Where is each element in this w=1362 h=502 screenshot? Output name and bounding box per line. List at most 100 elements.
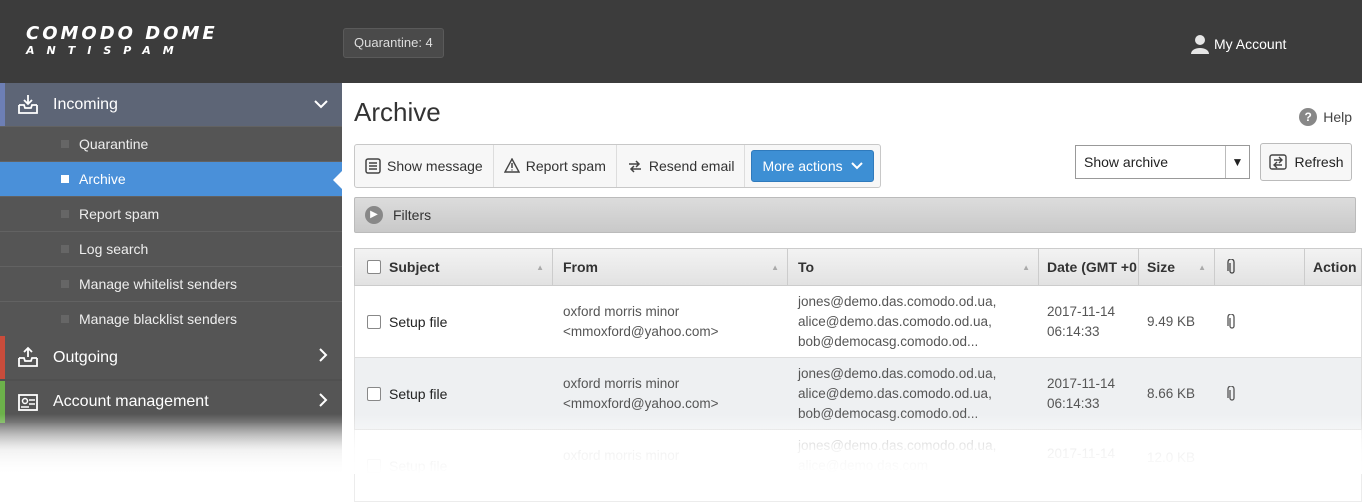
sort-icon: ▲ bbox=[1022, 262, 1030, 272]
from-name: oxford morris minor bbox=[563, 375, 680, 391]
table-row[interactable]: Setup file oxford morris minor <mmoxford… bbox=[354, 358, 1362, 430]
quarantine-count-button[interactable]: Quarantine: 4 bbox=[343, 28, 444, 58]
show-message-label: Show message bbox=[387, 158, 483, 174]
column-subject[interactable]: Subject ▲ bbox=[355, 249, 553, 285]
nav-incoming[interactable]: Incoming bbox=[0, 83, 342, 126]
my-account-menu[interactable]: My Account bbox=[1190, 34, 1286, 54]
id-card-icon bbox=[18, 394, 38, 411]
sort-icon: ▲ bbox=[536, 262, 544, 272]
cell-date: 2017-11-14 06:14:33 bbox=[1039, 286, 1139, 357]
chevron-down-icon: ▼ bbox=[1225, 146, 1249, 178]
column-to[interactable]: To ▲ bbox=[788, 249, 1039, 285]
chevron-right-icon bbox=[318, 392, 328, 412]
nav-outgoing-label: Outgoing bbox=[53, 348, 118, 366]
date-text: 2017-11-14 bbox=[1047, 446, 1116, 461]
to-line-3: bob@democasg.comodo.od... bbox=[798, 405, 979, 421]
date-text: 2017-11-14 bbox=[1047, 303, 1116, 319]
row-checkbox[interactable] bbox=[367, 386, 381, 401]
logo-subtitle: ANTISPAM bbox=[26, 44, 186, 57]
cell-size: 9.49 KB bbox=[1139, 286, 1215, 357]
sidebar-item-manage-blacklist[interactable]: Manage blacklist senders bbox=[0, 301, 342, 336]
cell-to: jones@demo.das.comodo.od.ua, alice@demo.… bbox=[788, 430, 1039, 501]
to-line-2: alice@demo.das.comodo.od.ua, bbox=[798, 313, 992, 329]
chevron-down-icon bbox=[314, 96, 328, 114]
resend-email-button[interactable]: Resend email bbox=[617, 145, 746, 187]
paperclip-icon bbox=[1227, 313, 1235, 329]
report-spam-label: Report spam bbox=[525, 158, 606, 174]
column-action-label: Action bbox=[1313, 259, 1357, 275]
chevron-down-icon bbox=[850, 162, 863, 170]
sidebar-item-manage-whitelist[interactable]: Manage whitelist senders bbox=[0, 266, 342, 301]
sort-icon: ▲ bbox=[771, 262, 779, 272]
subject-text: Setup file bbox=[389, 313, 448, 330]
column-subject-label: Subject bbox=[389, 259, 440, 275]
from-email: <mmoxford@yahoo.com> bbox=[563, 323, 719, 339]
sidebar-item-archive[interactable]: Archive bbox=[0, 161, 342, 196]
message-icon bbox=[365, 158, 381, 174]
archive-view-select[interactable]: Show archive ▼ bbox=[1075, 145, 1250, 179]
column-from-label: From bbox=[563, 259, 598, 275]
sidebar-item-label: Archive bbox=[79, 171, 126, 187]
to-line-1: jones@demo.das.comodo.od.ua, bbox=[798, 438, 997, 453]
row-checkbox[interactable] bbox=[367, 314, 381, 329]
sidebar-item-report-spam[interactable]: Report spam bbox=[0, 196, 342, 231]
column-size-label: Size bbox=[1147, 259, 1176, 275]
table-row[interactable]: Setup file oxford morris minor jones@dem… bbox=[354, 430, 1362, 502]
filters-bar[interactable]: ▶ Filters bbox=[354, 197, 1356, 233]
cell-date: 2017-11-14 bbox=[1039, 430, 1139, 501]
subject-text: Setup file bbox=[389, 385, 448, 402]
select-all-checkbox[interactable] bbox=[367, 260, 381, 274]
column-action[interactable]: Action bbox=[1305, 249, 1362, 285]
sidebar-item-log-search[interactable]: Log search bbox=[0, 231, 342, 266]
logo[interactable]: COMODO DOME ANTISPAM bbox=[26, 25, 218, 57]
cell-subject: Setup file bbox=[355, 286, 553, 357]
archive-view-select-value: Show archive bbox=[1084, 154, 1169, 170]
refresh-icon bbox=[1269, 154, 1288, 170]
time-text: 06:14:33 bbox=[1047, 323, 1100, 339]
to-line-1: jones@demo.das.comodo.od.ua, bbox=[798, 293, 997, 309]
paperclip-icon bbox=[1227, 385, 1235, 401]
warning-icon bbox=[503, 158, 520, 173]
cell-from: oxford morris minor <mmoxford@yahoo.com> bbox=[553, 286, 788, 357]
column-attachment[interactable] bbox=[1215, 249, 1305, 285]
resend-email-label: Resend email bbox=[648, 158, 735, 174]
cell-attachment bbox=[1215, 286, 1305, 357]
chevron-right-icon bbox=[318, 348, 328, 367]
date-text: 2017-11-14 bbox=[1047, 375, 1116, 391]
cell-subject: Setup file bbox=[355, 430, 553, 501]
to-line-3: bob@democasg.comodo.od... bbox=[798, 333, 979, 349]
sidebar-item-label: Report spam bbox=[79, 206, 160, 222]
nav-outgoing[interactable]: Outgoing bbox=[0, 336, 342, 379]
main-content: Archive ? Help Show message Report spam … bbox=[342, 83, 1362, 502]
column-from[interactable]: From ▲ bbox=[553, 249, 788, 285]
more-actions-button[interactable]: More actions bbox=[751, 150, 874, 182]
nav-account-management[interactable]: Account management bbox=[0, 381, 342, 423]
bullet-icon bbox=[61, 140, 69, 148]
size-text: 12.0 KB bbox=[1147, 450, 1196, 465]
cell-size: 8.66 KB bbox=[1139, 358, 1215, 429]
help-link[interactable]: ? Help bbox=[1299, 108, 1352, 126]
bullet-icon bbox=[61, 210, 69, 218]
refresh-button[interactable]: Refresh bbox=[1260, 143, 1352, 181]
cell-attachment bbox=[1215, 358, 1305, 429]
sidebar-item-quarantine[interactable]: Quarantine bbox=[0, 126, 342, 161]
sidebar-item-label: Log search bbox=[79, 241, 149, 257]
bullet-icon bbox=[61, 245, 69, 253]
column-date[interactable]: Date (GMT +0 bbox=[1039, 249, 1139, 285]
sidebar-item-label: Quarantine bbox=[79, 136, 149, 152]
help-label: Help bbox=[1323, 109, 1352, 125]
sidebar-item-label: Manage blacklist senders bbox=[79, 311, 237, 327]
to-line-2: alice@demo.das.com bbox=[798, 458, 929, 473]
to-line-2: alice@demo.das.comodo.od.ua, bbox=[798, 385, 992, 401]
nav-incoming-label: Incoming bbox=[53, 95, 118, 113]
table-row[interactable]: Setup file oxford morris minor <mmoxford… bbox=[354, 286, 1362, 358]
sidebar: Incoming Quarantine Archive Report spam … bbox=[0, 83, 342, 474]
top-bar: COMODO DOME ANTISPAM Quarantine: 4 My Ac… bbox=[0, 0, 1362, 83]
cell-to: jones@demo.das.comodo.od.ua, alice@demo.… bbox=[788, 358, 1039, 429]
cell-subject: Setup file bbox=[355, 358, 553, 429]
column-size[interactable]: Size ▲ bbox=[1139, 249, 1215, 285]
report-spam-button[interactable]: Report spam bbox=[494, 145, 617, 187]
action-toolbar: Show message Report spam Resend email Mo… bbox=[354, 144, 881, 188]
show-message-button[interactable]: Show message bbox=[355, 145, 494, 187]
row-checkbox[interactable] bbox=[367, 458, 381, 473]
